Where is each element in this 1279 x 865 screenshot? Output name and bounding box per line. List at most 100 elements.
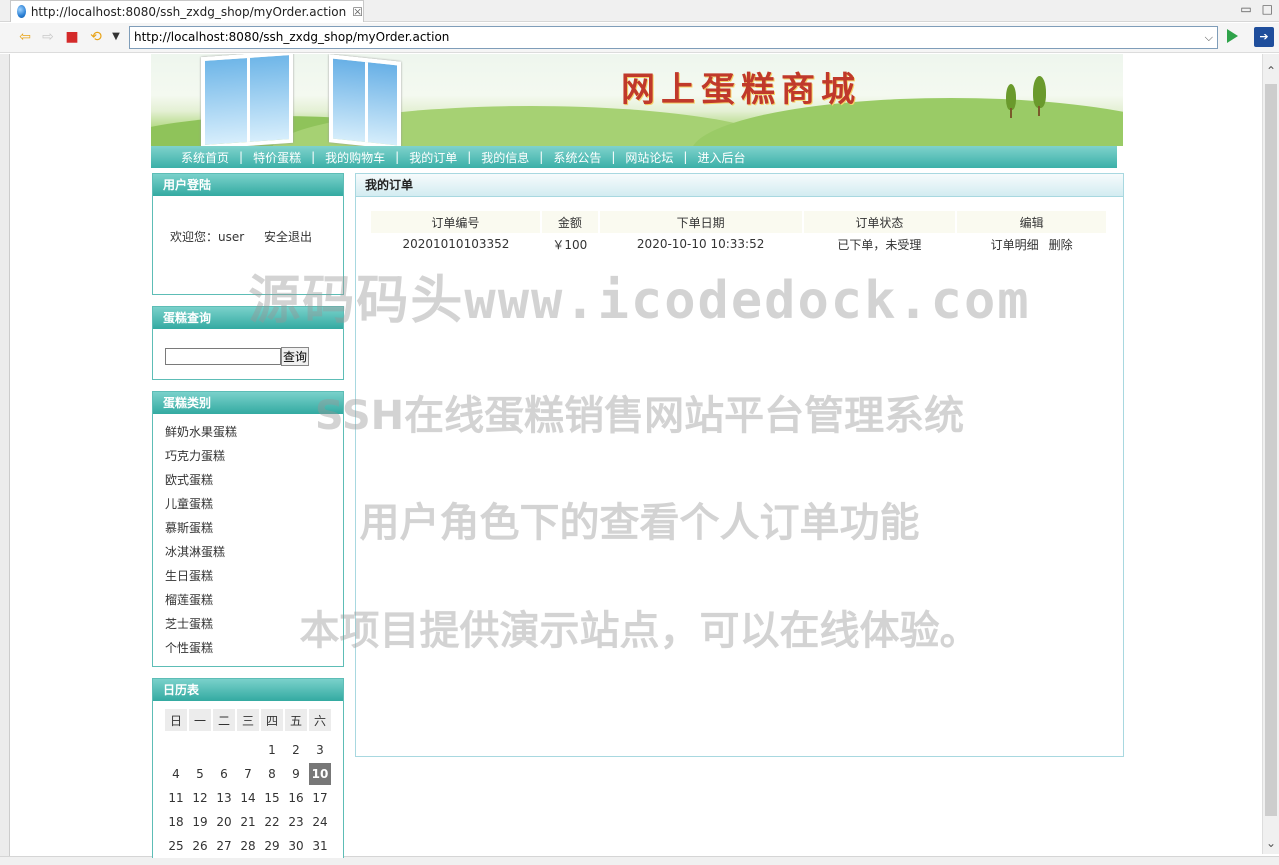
category-box-title: 蛋糕类别 bbox=[153, 392, 343, 414]
search-box-title: 蛋糕查询 bbox=[153, 307, 343, 329]
order-status: 已下单，未受理 bbox=[837, 237, 922, 252]
category-item[interactable]: 鲜奶水果蛋糕 bbox=[165, 420, 343, 444]
calendar-weekday: 六 bbox=[309, 709, 331, 731]
calendar-day: 14 bbox=[240, 791, 256, 805]
scrollbar-thumb[interactable] bbox=[1265, 84, 1277, 816]
category-item[interactable]: 个性蛋糕 bbox=[165, 636, 343, 660]
maximize-icon[interactable]: □ bbox=[1262, 2, 1273, 16]
tree-trunk bbox=[1010, 108, 1012, 118]
orders-header-row: 订单编号 金额 下单日期 订单状态 编辑 bbox=[371, 211, 1108, 233]
calendar-day bbox=[237, 739, 259, 761]
window-controls: ▭ □ bbox=[1240, 2, 1273, 16]
tab-close-icon[interactable]: ☒ bbox=[352, 5, 363, 19]
my-orders-title: 我的订单 bbox=[356, 174, 1123, 197]
calendar-week: 4 5 6 7 8 9 10 bbox=[165, 763, 331, 785]
go-play-icon[interactable] bbox=[1227, 29, 1238, 43]
calendar-week: 11 12 13 14 15 16 17 bbox=[165, 787, 331, 809]
calendar-table: 日 一 二 三 四 五 六 1 2 3 4 5 6 7 8 9 10 11 12… bbox=[163, 707, 333, 859]
back-arrow-icon[interactable]: ⇦ bbox=[17, 29, 33, 45]
calendar-day: 16 bbox=[288, 791, 304, 805]
chevron-down-icon[interactable]: ▼ bbox=[108, 29, 124, 45]
tree-icon bbox=[1006, 84, 1016, 110]
category-item[interactable]: 儿童蛋糕 bbox=[165, 492, 343, 516]
column-header: 订单状态 bbox=[802, 211, 958, 233]
column-header: 编辑 bbox=[956, 211, 1108, 233]
menu-forum[interactable]: 网站论坛 bbox=[625, 149, 673, 166]
order-number: 20201010103352 bbox=[402, 237, 510, 251]
search-button[interactable]: 查询 bbox=[281, 347, 310, 366]
menu-admin[interactable]: 进入后台 bbox=[697, 149, 745, 166]
login-box: 用户登陆 欢迎您：user 安全退出 bbox=[152, 173, 344, 295]
address-bar[interactable]: http://localhost:8080/ssh_zxdg_shop/myOr… bbox=[129, 26, 1218, 49]
calendar-day: 3 bbox=[316, 743, 324, 757]
column-header: 订单编号 bbox=[371, 211, 542, 233]
column-header: 金额 bbox=[540, 211, 600, 233]
menu-home[interactable]: 系统首页 bbox=[181, 149, 229, 166]
category-item[interactable]: 生日蛋糕 bbox=[165, 564, 343, 588]
calendar-weekday-row: 日 一 二 三 四 五 六 bbox=[165, 709, 331, 731]
category-item[interactable]: 慕斯蛋糕 bbox=[165, 516, 343, 540]
calendar-week: 1 2 3 bbox=[165, 739, 331, 761]
category-list: 鲜奶水果蛋糕 巧克力蛋糕 欧式蛋糕 儿童蛋糕 慕斯蛋糕 冰淇淋蛋糕 生日蛋糕 榴… bbox=[153, 414, 343, 660]
calendar-day: 19 bbox=[192, 815, 208, 829]
calendar-day bbox=[213, 739, 235, 761]
address-bar-url: http://localhost:8080/ssh_zxdg_shop/myOr… bbox=[134, 30, 450, 44]
menu-separator: | bbox=[611, 150, 616, 164]
calendar-day: 22 bbox=[264, 815, 280, 829]
logout-link[interactable]: 安全退出 bbox=[264, 230, 312, 244]
menu-separator: | bbox=[683, 150, 688, 164]
calendar-week: 18 19 20 21 22 23 24 bbox=[165, 811, 331, 833]
forward-arrow-icon[interactable]: ⇨ bbox=[40, 29, 56, 45]
category-box: 蛋糕类别 鲜奶水果蛋糕 巧克力蛋糕 欧式蛋糕 儿童蛋糕 慕斯蛋糕 冰淇淋蛋糕 生… bbox=[152, 391, 344, 667]
menu-announcements[interactable]: 系统公告 bbox=[553, 149, 601, 166]
menu-separator: | bbox=[467, 150, 472, 164]
category-item[interactable]: 欧式蛋糕 bbox=[165, 468, 343, 492]
left-edge-strip bbox=[0, 54, 10, 865]
calendar-day: 15 bbox=[264, 791, 280, 805]
calendar-today: 10 bbox=[309, 763, 331, 785]
category-item[interactable]: 芝士蛋糕 bbox=[165, 612, 343, 636]
search-input[interactable] bbox=[165, 348, 281, 365]
banner-window-image bbox=[329, 54, 401, 146]
welcome-line: 欢迎您：user 安全退出 bbox=[153, 196, 343, 245]
search-box: 蛋糕查询 查询 bbox=[152, 306, 344, 380]
address-dropdown-icon[interactable]: ⌵ bbox=[1205, 27, 1213, 48]
browser-tab-title: http://localhost:8080/ssh_zxdg_shop/myOr… bbox=[30, 4, 347, 19]
calendar-day: 29 bbox=[264, 839, 280, 853]
calendar-day: 24 bbox=[312, 815, 328, 829]
refresh-icon[interactable]: ⟲ bbox=[88, 29, 104, 45]
calendar-day: 7 bbox=[244, 767, 252, 781]
order-detail-link[interactable]: 订单明细 bbox=[991, 238, 1039, 252]
order-date: 2020-10-10 10:33:52 bbox=[636, 237, 765, 251]
browser-tab[interactable]: http://localhost:8080/ssh_zxdg_shop/myOr… bbox=[10, 0, 364, 22]
vertical-scrollbar[interactable]: ⌃ ⌄ bbox=[1262, 54, 1279, 854]
calendar-day: 20 bbox=[216, 815, 232, 829]
scroll-up-icon[interactable]: ⌃ bbox=[1266, 64, 1276, 78]
calendar-spacer bbox=[165, 733, 331, 737]
table-row: 20201010103352 ￥100 2020-10-10 10:33:52 … bbox=[371, 233, 1107, 255]
calendar-weekday: 二 bbox=[213, 709, 235, 731]
order-delete-link[interactable]: 删除 bbox=[1049, 238, 1073, 252]
menu-my-cart[interactable]: 我的购物车 bbox=[325, 149, 385, 166]
minimize-icon[interactable]: ▭ bbox=[1240, 2, 1251, 16]
menu-my-info[interactable]: 我的信息 bbox=[481, 149, 529, 166]
calendar-day: 1 bbox=[268, 743, 276, 757]
welcome-text: 欢迎您：user bbox=[170, 230, 245, 244]
category-item[interactable]: 巧克力蛋糕 bbox=[165, 444, 343, 468]
calendar-day: 6 bbox=[220, 767, 228, 781]
stop-icon[interactable]: ■ bbox=[64, 29, 80, 45]
calendar-day: 31 bbox=[312, 839, 328, 853]
calendar-weekday: 四 bbox=[261, 709, 283, 731]
tree-icon bbox=[1033, 76, 1046, 108]
calendar-week: 25 26 27 28 29 30 31 bbox=[165, 835, 331, 857]
scroll-down-icon[interactable]: ⌄ bbox=[1266, 836, 1276, 850]
calendar-day bbox=[165, 739, 187, 761]
menu-my-orders[interactable]: 我的订单 bbox=[409, 149, 457, 166]
category-item[interactable]: 榴莲蛋糕 bbox=[165, 588, 343, 612]
column-header: 下单日期 bbox=[598, 211, 804, 233]
external-browser-icon[interactable]: ➔ bbox=[1254, 27, 1274, 47]
calendar-day: 21 bbox=[240, 815, 256, 829]
menu-special-cakes[interactable]: 特价蛋糕 bbox=[253, 149, 301, 166]
calendar-day: 28 bbox=[240, 839, 256, 853]
category-item[interactable]: 冰淇淋蛋糕 bbox=[165, 540, 343, 564]
